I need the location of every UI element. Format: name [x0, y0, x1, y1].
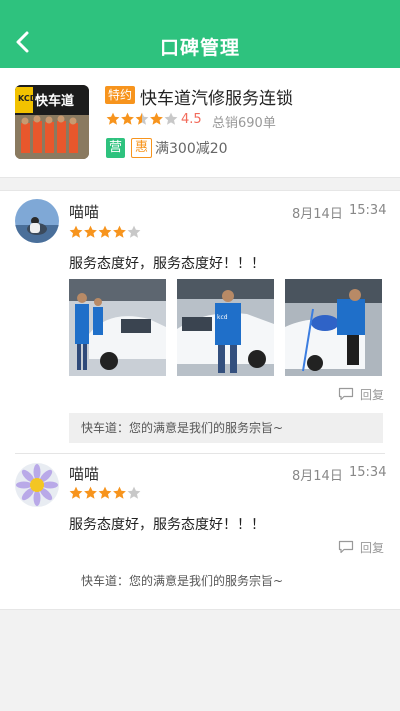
reviewer-avatar[interactable]	[15, 199, 59, 243]
reply-button[interactable]: 回复	[338, 539, 390, 555]
review-rating-stars	[69, 225, 141, 238]
review-time: 15:34	[349, 203, 387, 218]
special-contract-tag: 特约	[105, 86, 136, 104]
review-photo[interactable]	[69, 279, 166, 376]
page-title: 口碑管理	[159, 37, 240, 59]
reviewer-name: 喵喵	[69, 465, 100, 483]
reviewer-name: 喵喵	[69, 203, 100, 221]
shop-rating-stars	[106, 112, 178, 125]
open-status-tag: 营	[106, 138, 126, 158]
divider	[15, 453, 385, 454]
shop-card[interactable]: KCD 快车道 特约 快车道汽修服务连锁 4.5 总销690单 营 惠 满300…	[0, 68, 400, 178]
promotion-tag: 惠	[131, 138, 153, 158]
svg-text:KCD: KCD	[18, 94, 37, 103]
promotion-text: 满300减20	[155, 141, 228, 157]
review-list: 喵喵 8月14日 15:34 服务态度好，服务态度好！！！ kcd 回复 快车道…	[0, 190, 400, 610]
reply-button-label: 回复	[360, 541, 385, 555]
reviewer-avatar[interactable]	[15, 463, 59, 507]
app-header: 口碑管理	[0, 0, 400, 68]
review-text: 服务态度好，服务态度好！！！	[69, 517, 265, 533]
shop-name: 快车道汽修服务连锁	[140, 89, 293, 109]
shop-photo: KCD 快车道	[15, 85, 89, 159]
comment-icon	[338, 540, 354, 554]
review-text: 服务态度好，服务态度好！！！	[69, 256, 265, 272]
shop-rating-score: 4.5	[181, 112, 202, 127]
review-photo[interactable]: kcd	[177, 279, 274, 376]
review-date: 8月14日	[292, 207, 343, 222]
reply-button-label: 回复	[360, 388, 385, 402]
reply-button[interactable]: 回复	[338, 386, 390, 402]
merchant-reply: 快车道：您的满意是我们的服务宗旨~	[69, 413, 383, 443]
review-rating-stars	[69, 486, 141, 499]
svg-text:kcd: kcd	[217, 314, 228, 321]
review-photo[interactable]	[285, 279, 382, 376]
shop-photo-sign: 快车道	[35, 93, 74, 109]
review-time: 15:34	[349, 465, 387, 480]
review-date: 8月14日	[292, 469, 343, 484]
merchant-reply: 快车道：您的满意是我们的服务宗旨~	[81, 574, 284, 588]
shop-sales-count: 总销690单	[212, 116, 276, 131]
comment-icon	[338, 387, 354, 401]
